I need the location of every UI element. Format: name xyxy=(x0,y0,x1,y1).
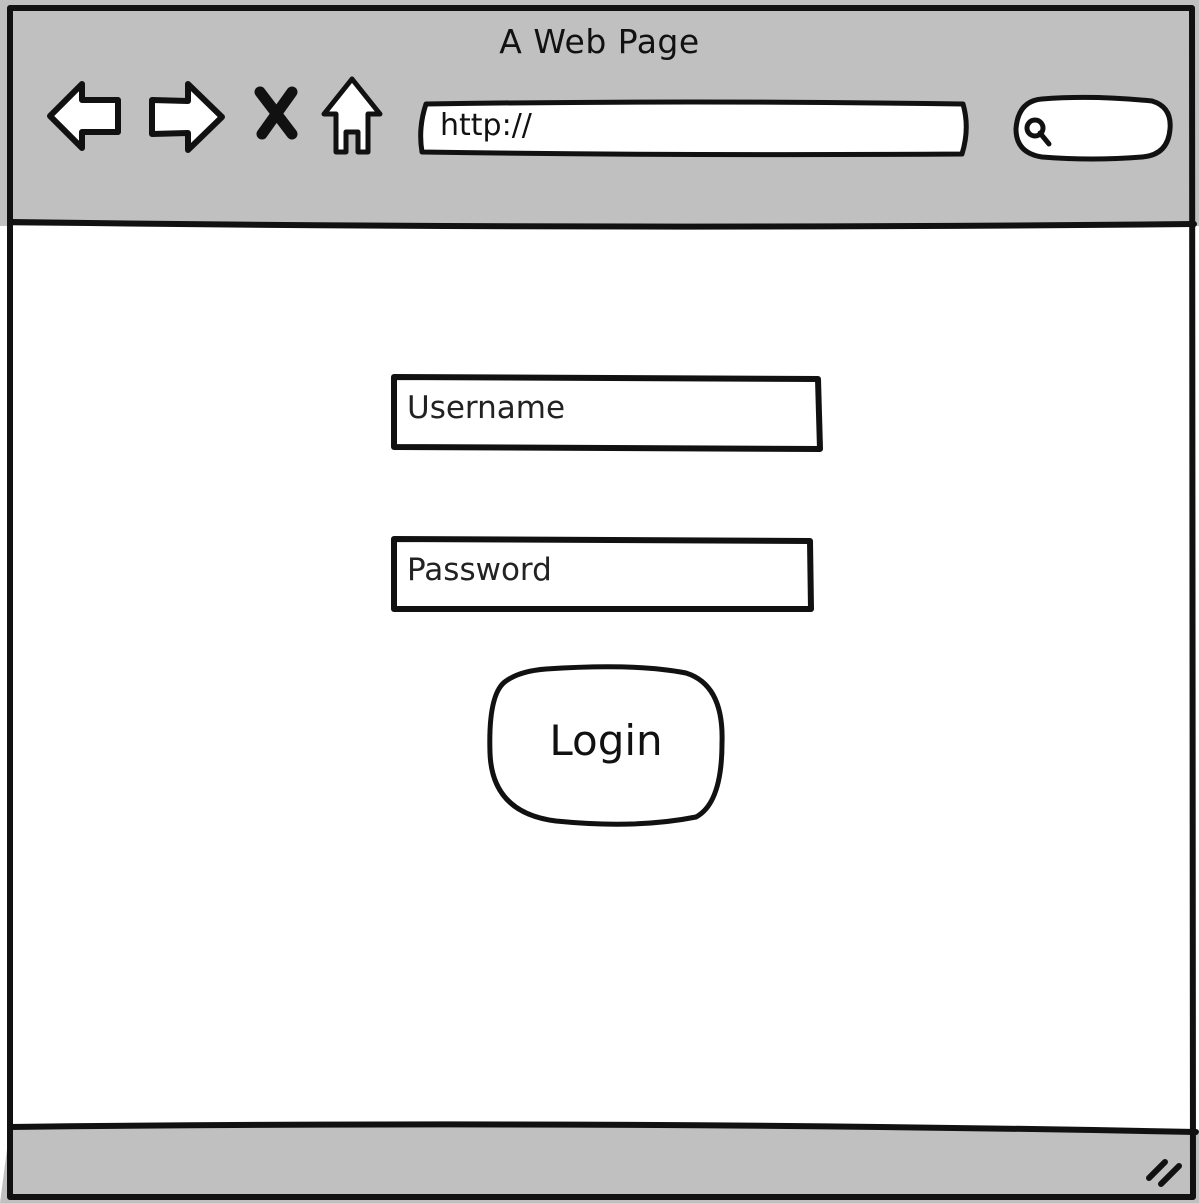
url-text: http:// xyxy=(440,108,532,143)
home-icon xyxy=(321,76,383,155)
login-button[interactable] xyxy=(486,663,726,828)
close-icon xyxy=(254,86,298,140)
forward-button[interactable] xyxy=(146,78,226,156)
back-button[interactable] xyxy=(46,78,124,154)
browser-window: A Web Page http:// Username Password Log… xyxy=(0,0,1199,1203)
resize-grip[interactable] xyxy=(1143,1150,1185,1190)
home-button[interactable] xyxy=(320,74,384,158)
back-arrow-icon xyxy=(47,81,121,151)
search-icon xyxy=(1022,116,1054,148)
window-title: A Web Page xyxy=(499,22,700,61)
stop-button[interactable] xyxy=(252,86,300,140)
username-placeholder: Username xyxy=(407,390,566,426)
resize-grip-icon xyxy=(1146,1159,1182,1187)
forward-arrow-icon xyxy=(149,81,225,153)
password-placeholder: Password xyxy=(407,552,552,588)
